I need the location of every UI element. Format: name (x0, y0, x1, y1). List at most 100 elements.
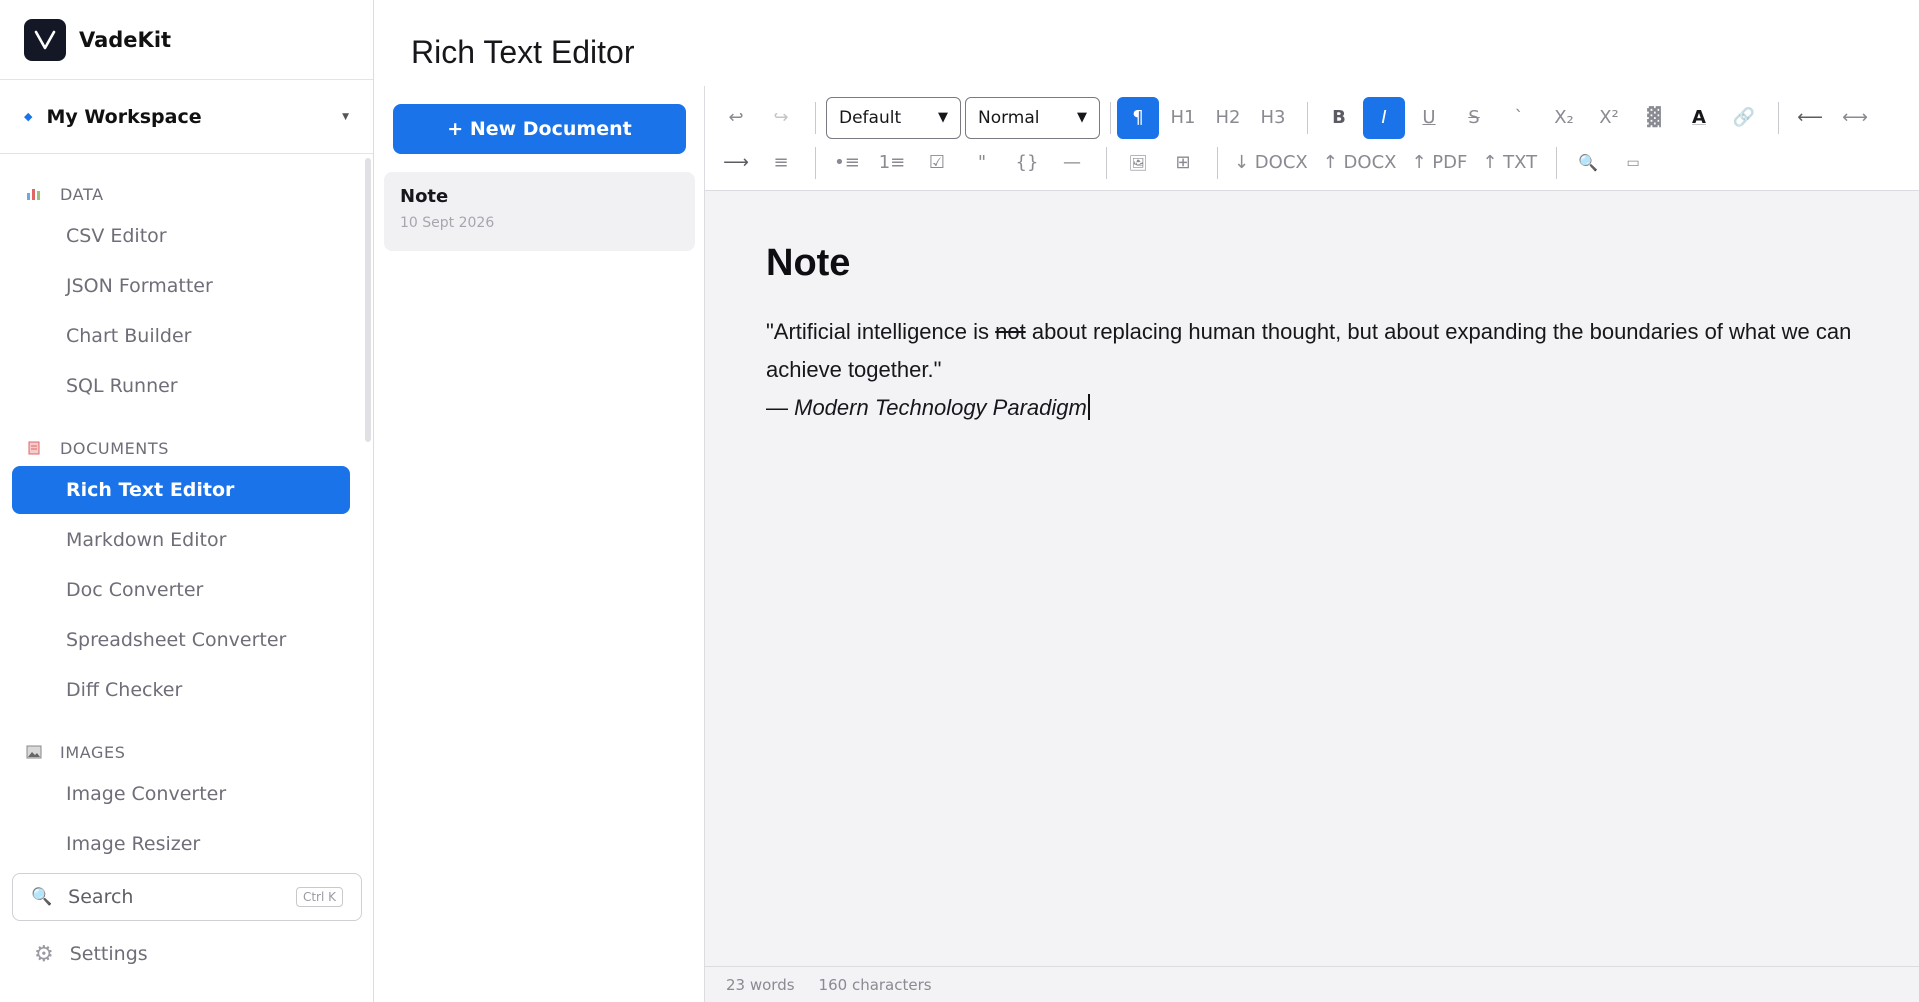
sidebar-item-spreadsheet-converter[interactable]: Spreadsheet Converter (12, 616, 350, 664)
export-pdf-button[interactable]: ↑ PDF (1405, 142, 1473, 184)
workspace-selector[interactable]: ◆ My Workspace ▼ (0, 80, 373, 154)
clear-format-icon[interactable]: ▭ (1612, 142, 1654, 184)
toolbar-divider (1778, 101, 1779, 134)
gear-icon: ⚙ (34, 941, 54, 967)
chevron-down-icon: ▼ (938, 110, 948, 125)
search-icon: 🔍 (31, 887, 53, 907)
align-center-icon[interactable]: ⟷ (1834, 97, 1876, 139)
new-document-button[interactable]: + New Document (393, 104, 686, 154)
sidebar-item-markdown-editor[interactable]: Markdown Editor (12, 516, 350, 564)
sidebar-item-image-converter[interactable]: Image Converter (12, 770, 350, 818)
text-color-icon[interactable]: A (1678, 97, 1720, 139)
sidebar-item-doc-converter[interactable]: Doc Converter (12, 566, 350, 614)
table-icon[interactable]: ⊞ (1162, 142, 1204, 184)
font-family-value: Default (839, 107, 902, 128)
settings-label: Settings (69, 943, 148, 965)
toolbar-divider (1556, 146, 1558, 179)
strikethrough-text: not (995, 319, 1026, 344)
sidebar-item-csv-editor[interactable]: CSV Editor (12, 212, 350, 260)
heading-3-button[interactable]: H3 (1252, 97, 1294, 139)
sidebar-item-image-resizer[interactable]: Image Resizer (12, 820, 350, 859)
sidebar-item-sql-runner[interactable]: SQL Runner (12, 362, 350, 410)
editor-pane: ↩ ↪ Default ▼ Normal ▼ ¶ H1 H2 H3 B I U … (705, 86, 1919, 1002)
bold-button[interactable]: B (1318, 97, 1360, 139)
italic-button[interactable]: I (1363, 96, 1405, 139)
subscript-button[interactable]: X₂ (1543, 97, 1585, 139)
sidebar-item-json-formatter[interactable]: JSON Formatter (12, 262, 350, 310)
font-family-select[interactable]: Default ▼ (826, 96, 961, 139)
sidebar-item-chart-builder[interactable]: Chart Builder (12, 312, 350, 360)
export-docx-button[interactable]: ↓ DOCX (1228, 142, 1314, 184)
checklist-icon[interactable]: ☑ (916, 142, 958, 184)
font-size-value: Normal (978, 107, 1040, 128)
workspace-diamond-icon: ◆ (24, 110, 33, 123)
sidebar: VadeKit ◆ My Workspace ▼ DATA CSV Editor… (0, 0, 374, 1002)
chevron-down-icon: ▼ (342, 111, 349, 122)
find-icon[interactable]: 🔍 (1567, 142, 1609, 184)
nav-scrollbar[interactable] (365, 158, 371, 442)
sidebar-nav: DATA CSV Editor JSON Formatter Chart Bui… (0, 156, 374, 859)
quote-icon[interactable]: " (961, 142, 1003, 184)
import-docx-button[interactable]: ↑ DOCX (1317, 142, 1403, 184)
paragraph-text: "Artificial intelligence is (766, 319, 996, 344)
chevron-down-icon: ▼ (1077, 110, 1087, 125)
document-item-date: 10 Sept 2026 (400, 215, 495, 231)
toolbar-divider (1106, 146, 1107, 179)
nav-section-label: DATA (60, 184, 104, 204)
align-left-icon[interactable]: ⟵ (1789, 97, 1831, 139)
superscript-button[interactable]: X² (1588, 97, 1630, 139)
image-insert-icon[interactable]: 🖼 (1117, 142, 1159, 184)
toolbar-divider (1307, 101, 1308, 134)
horizontal-rule-icon[interactable]: — (1051, 142, 1093, 184)
toolbar-row-1: ↩ ↪ Default ▼ Normal ▼ ¶ H1 H2 H3 B I U … (715, 95, 1879, 140)
underline-button[interactable]: U (1408, 97, 1450, 139)
page-title: Rich Text Editor (411, 34, 635, 70)
nav-section-data: DATA (0, 176, 374, 212)
status-bar: 23 words 160 characters (705, 966, 1919, 1002)
settings-button[interactable]: ⚙ Settings (34, 932, 148, 976)
editor-content[interactable]: Note "Artificial intelligence is not abo… (766, 242, 1886, 427)
heading-1-button[interactable]: H1 (1162, 97, 1204, 139)
text-cursor (1087, 394, 1090, 420)
paragraph-button[interactable]: ¶ (1117, 96, 1159, 139)
brand[interactable]: VadeKit (0, 0, 373, 80)
sidebar-item-diff-checker[interactable]: Diff Checker (12, 666, 350, 714)
strikethrough-button[interactable]: S (1453, 97, 1495, 139)
justify-icon[interactable]: ≡ (760, 142, 802, 184)
brand-name: VadeKit (79, 27, 172, 52)
search-input[interactable]: 🔍 Search Ctrl K (12, 873, 362, 921)
bullet-list-icon[interactable]: •≡ (826, 142, 868, 184)
document-list: + New Document Note 10 Sept 2026 (375, 86, 705, 1002)
attribution-text: Modern Technology Paradigm (794, 395, 1087, 420)
align-right-icon[interactable]: ⟶ (715, 142, 757, 184)
toolbar-divider (1110, 101, 1111, 134)
nav-section-images: IMAGES (0, 734, 374, 770)
document-attribution: — Modern Technology Paradigm (766, 389, 1886, 427)
undo-button[interactable]: ↩ (715, 97, 757, 139)
sidebar-item-rich-text-editor[interactable]: Rich Text Editor (12, 466, 350, 514)
heading-2-button[interactable]: H2 (1207, 97, 1249, 139)
document-item[interactable]: Note 10 Sept 2026 (384, 172, 695, 251)
toolbar-divider (815, 101, 816, 134)
link-icon[interactable]: 🔗 (1723, 97, 1765, 139)
highlight-icon[interactable]: ▓ (1633, 97, 1675, 139)
toolbar-divider (815, 146, 816, 179)
workspace-name: My Workspace (46, 105, 202, 128)
editor-toolbar: ↩ ↪ Default ▼ Normal ▼ ¶ H1 H2 H3 B I U … (705, 86, 1919, 191)
search-shortcut: Ctrl K (295, 887, 343, 907)
code-block-icon[interactable]: {} (1006, 142, 1048, 184)
document-heading: Note (766, 242, 851, 284)
font-size-select[interactable]: Normal ▼ (965, 96, 1100, 139)
word-count: 23 words (726, 975, 795, 994)
numbered-list-icon[interactable]: 1≡ (871, 142, 913, 184)
page-header: Rich Text Editor (375, 0, 1919, 86)
document-item-title: Note (400, 186, 449, 207)
character-count: 160 characters (818, 975, 932, 994)
image-icon (26, 745, 42, 759)
nav-section-documents: DOCUMENTS (0, 430, 374, 466)
redo-button[interactable]: ↪ (760, 97, 802, 139)
brand-logo (24, 18, 66, 61)
inline-code-button[interactable]: ` (1498, 97, 1540, 139)
export-txt-button[interactable]: ↑ TXT (1476, 142, 1543, 184)
chart-icon (27, 189, 40, 200)
